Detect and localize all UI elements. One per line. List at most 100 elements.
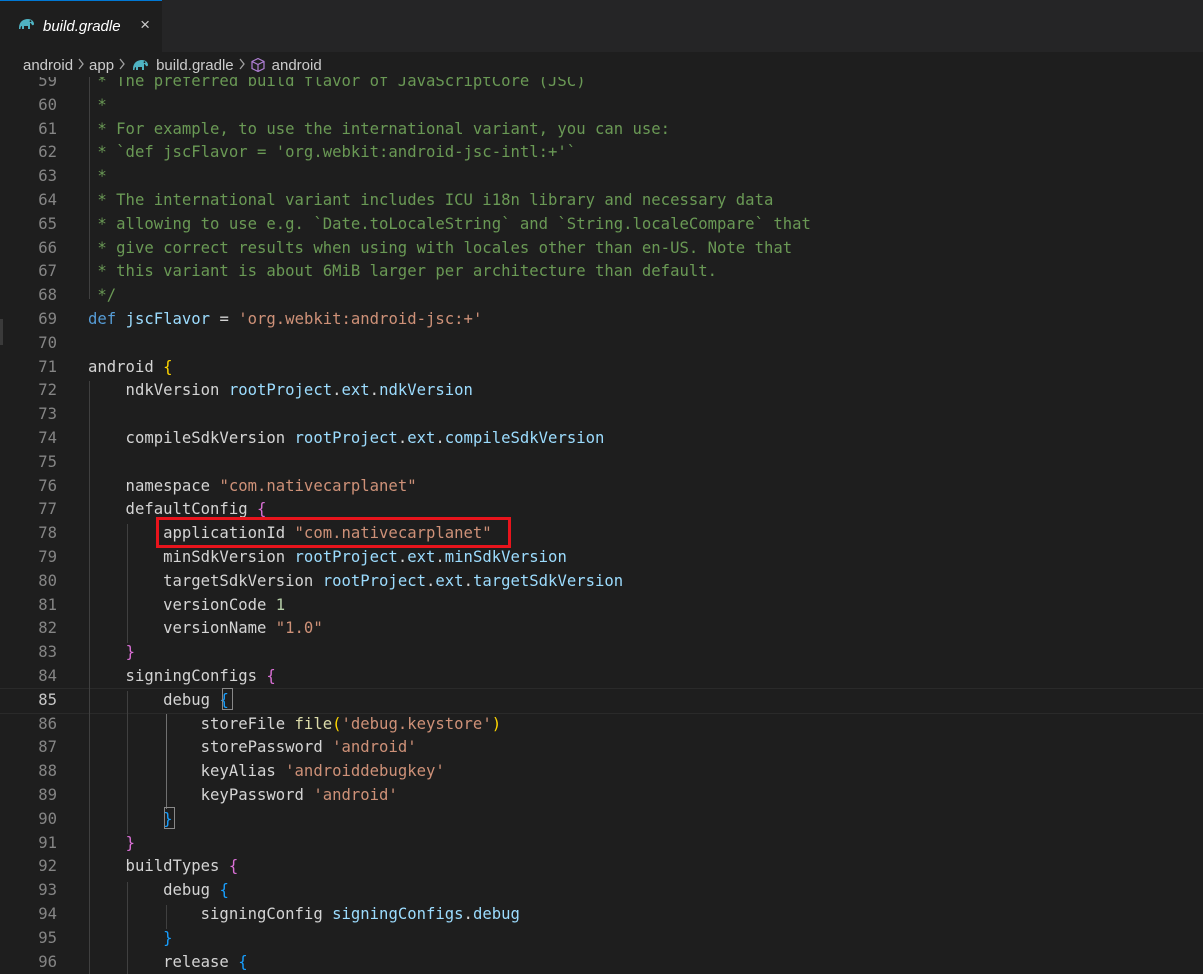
code-token: signingConfigs — [332, 905, 464, 923]
code-token: minSdkVersion — [88, 548, 295, 566]
breadcrumb-item-build-gradle[interactable]: build.gradle — [156, 57, 234, 74]
code-text: storeFile file('debug.keystore') — [88, 713, 501, 737]
code-line[interactable]: 71 android { — [0, 356, 1203, 380]
line-number: 71 — [38, 357, 57, 376]
code-line[interactable]: 92 buildTypes { — [0, 855, 1203, 879]
code-line[interactable]: 85 debug { — [0, 687, 1203, 714]
code-token: { — [163, 357, 173, 376]
indent-guide — [166, 905, 167, 929]
line-number: 76 — [38, 476, 57, 495]
code-line[interactable]: 60 * — [0, 94, 1203, 118]
code-text: debug { — [88, 689, 229, 713]
code-line[interactable]: 76 namespace "com.nativecarplanet" — [0, 475, 1203, 499]
code-text: * give correct results when using with l… — [88, 237, 792, 261]
code-line[interactable]: 89 keyPassword 'android' — [0, 784, 1203, 808]
code-line[interactable]: 68 */ — [0, 284, 1203, 308]
code-token: . — [397, 429, 408, 447]
indent-guide — [127, 691, 128, 834]
code-line[interactable]: 80 targetSdkVersion rootProject.ext.targ… — [0, 570, 1203, 594]
breadcrumb-item-app[interactable]: app — [89, 57, 114, 74]
code-token: debug — [88, 881, 220, 900]
code-line[interactable]: 61 * For example, to use the internation… — [0, 118, 1203, 142]
code-line[interactable]: 87 storePassword 'android' — [0, 736, 1203, 760]
code-text: * allowing to use e.g. `Date.toLocaleStr… — [88, 213, 811, 237]
code-text: * The international variant includes ICU… — [88, 189, 773, 213]
chevron-right-icon — [77, 57, 85, 73]
code-line[interactable]: 67 * this variant is about 6MiB larger p… — [0, 260, 1203, 284]
code-text: * — [88, 94, 106, 118]
close-icon[interactable]: × — [140, 16, 150, 33]
code-token: def — [88, 310, 117, 328]
code-token: 'android' — [332, 738, 417, 757]
code-token: android — [88, 357, 164, 376]
code-text: keyPassword 'android' — [88, 784, 398, 808]
code-line[interactable]: 93 debug { — [0, 879, 1203, 903]
code-text: versionCode 1 — [88, 594, 285, 618]
code-line[interactable]: 91 } — [0, 832, 1203, 856]
code-line[interactable]: 70 — [0, 332, 1203, 356]
breadcrumb-item-android-symbol[interactable]: android — [272, 57, 322, 74]
code-token: ext — [407, 429, 436, 447]
code-token: ext — [407, 548, 436, 566]
code-token: . — [435, 548, 445, 566]
highlight-box-application-id — [156, 517, 511, 548]
line-number: 74 — [38, 429, 57, 447]
line-number: 73 — [38, 405, 57, 424]
code-line[interactable]: 73 — [0, 403, 1203, 427]
code-token: * — [88, 167, 107, 186]
code-token: "com.nativecarplanet" — [219, 476, 417, 495]
code-line[interactable]: 66 * give correct results when using wit… — [0, 237, 1203, 261]
tab-build-gradle[interactable]: build.gradle × — [0, 0, 162, 52]
code-token: versionCode — [88, 595, 276, 614]
code-token: } — [163, 928, 173, 947]
code-token: rootProject — [228, 381, 333, 400]
code-line[interactable]: 95 } — [0, 927, 1203, 951]
code-line[interactable]: 74 compileSdkVersion rootProject.ext.com… — [0, 427, 1203, 451]
code-line[interactable]: 90 } — [0, 808, 1203, 832]
code-token: * allowing to use e.g. `Date.toLocaleStr… — [88, 214, 811, 233]
code-token: . — [397, 548, 408, 566]
code-line[interactable]: 96 release { — [0, 951, 1203, 974]
indent-guide — [127, 882, 128, 974]
code-line[interactable]: 64 * The international variant includes … — [0, 189, 1203, 213]
code-line[interactable]: 82 versionName "1.0" — [0, 617, 1203, 641]
code-line[interactable]: 94 signingConfig signingConfigs.debug — [0, 903, 1203, 927]
code-token: debug — [88, 690, 220, 709]
code-token: 'org.webkit:android-jsc:+' — [238, 310, 483, 328]
code-line[interactable]: 59 * The preferred build flavor of JavaS… — [0, 77, 1203, 94]
code-text: def jscFlavor = 'org.webkit:android-jsc:… — [88, 308, 482, 332]
breadcrumb-item-android[interactable]: android — [23, 57, 73, 74]
code-line[interactable]: 79 minSdkVersion rootProject.ext.minSdkV… — [0, 546, 1203, 570]
code-line[interactable]: 81 versionCode 1 — [0, 594, 1203, 618]
code-line[interactable]: 72 ndkVersion rootProject.ext.ndkVersion — [0, 379, 1203, 403]
code-line[interactable]: 84 signingConfigs { — [0, 665, 1203, 689]
code-line[interactable]: 62 * `def jscFlavor = 'org.webkit:androi… — [0, 141, 1203, 165]
code-token: 1 — [275, 595, 286, 614]
line-number: 95 — [38, 928, 57, 947]
code-text: */ — [88, 284, 116, 308]
code-text: } — [88, 832, 135, 856]
tab-label: build.gradle — [43, 18, 121, 35]
code-line[interactable]: 69 def jscFlavor = 'org.webkit:android-js… — [0, 308, 1203, 332]
line-number: 65 — [38, 214, 57, 233]
code-token: file — [294, 714, 333, 733]
code-token: debug — [472, 905, 520, 923]
code-line[interactable]: 65 * allowing to use e.g. `Date.toLocale… — [0, 213, 1203, 237]
code-line[interactable]: 86 storeFile file('debug.keystore') — [0, 713, 1203, 737]
code-token: storeFile — [88, 714, 295, 733]
line-number: 85 — [38, 690, 57, 709]
line-number: 75 — [38, 452, 57, 471]
code-line[interactable]: 75 — [0, 451, 1203, 475]
code-line[interactable]: 88 keyAlias 'androiddebugkey' — [0, 760, 1203, 784]
code-token: * For example, to use the international … — [88, 119, 671, 138]
code-token: ndkVersion — [88, 381, 229, 400]
code-token: { — [228, 857, 239, 876]
code-line[interactable]: 83 } — [0, 641, 1203, 665]
code-token: . — [332, 381, 342, 400]
code-text: targetSdkVersion rootProject.ext.targetS… — [88, 570, 623, 594]
code-token: * The international variant includes ICU… — [88, 191, 774, 209]
code-token: namespace — [88, 476, 220, 495]
code-line[interactable]: 63 * — [0, 165, 1203, 189]
line-number: 82 — [38, 619, 57, 638]
line-number: 62 — [38, 143, 57, 162]
